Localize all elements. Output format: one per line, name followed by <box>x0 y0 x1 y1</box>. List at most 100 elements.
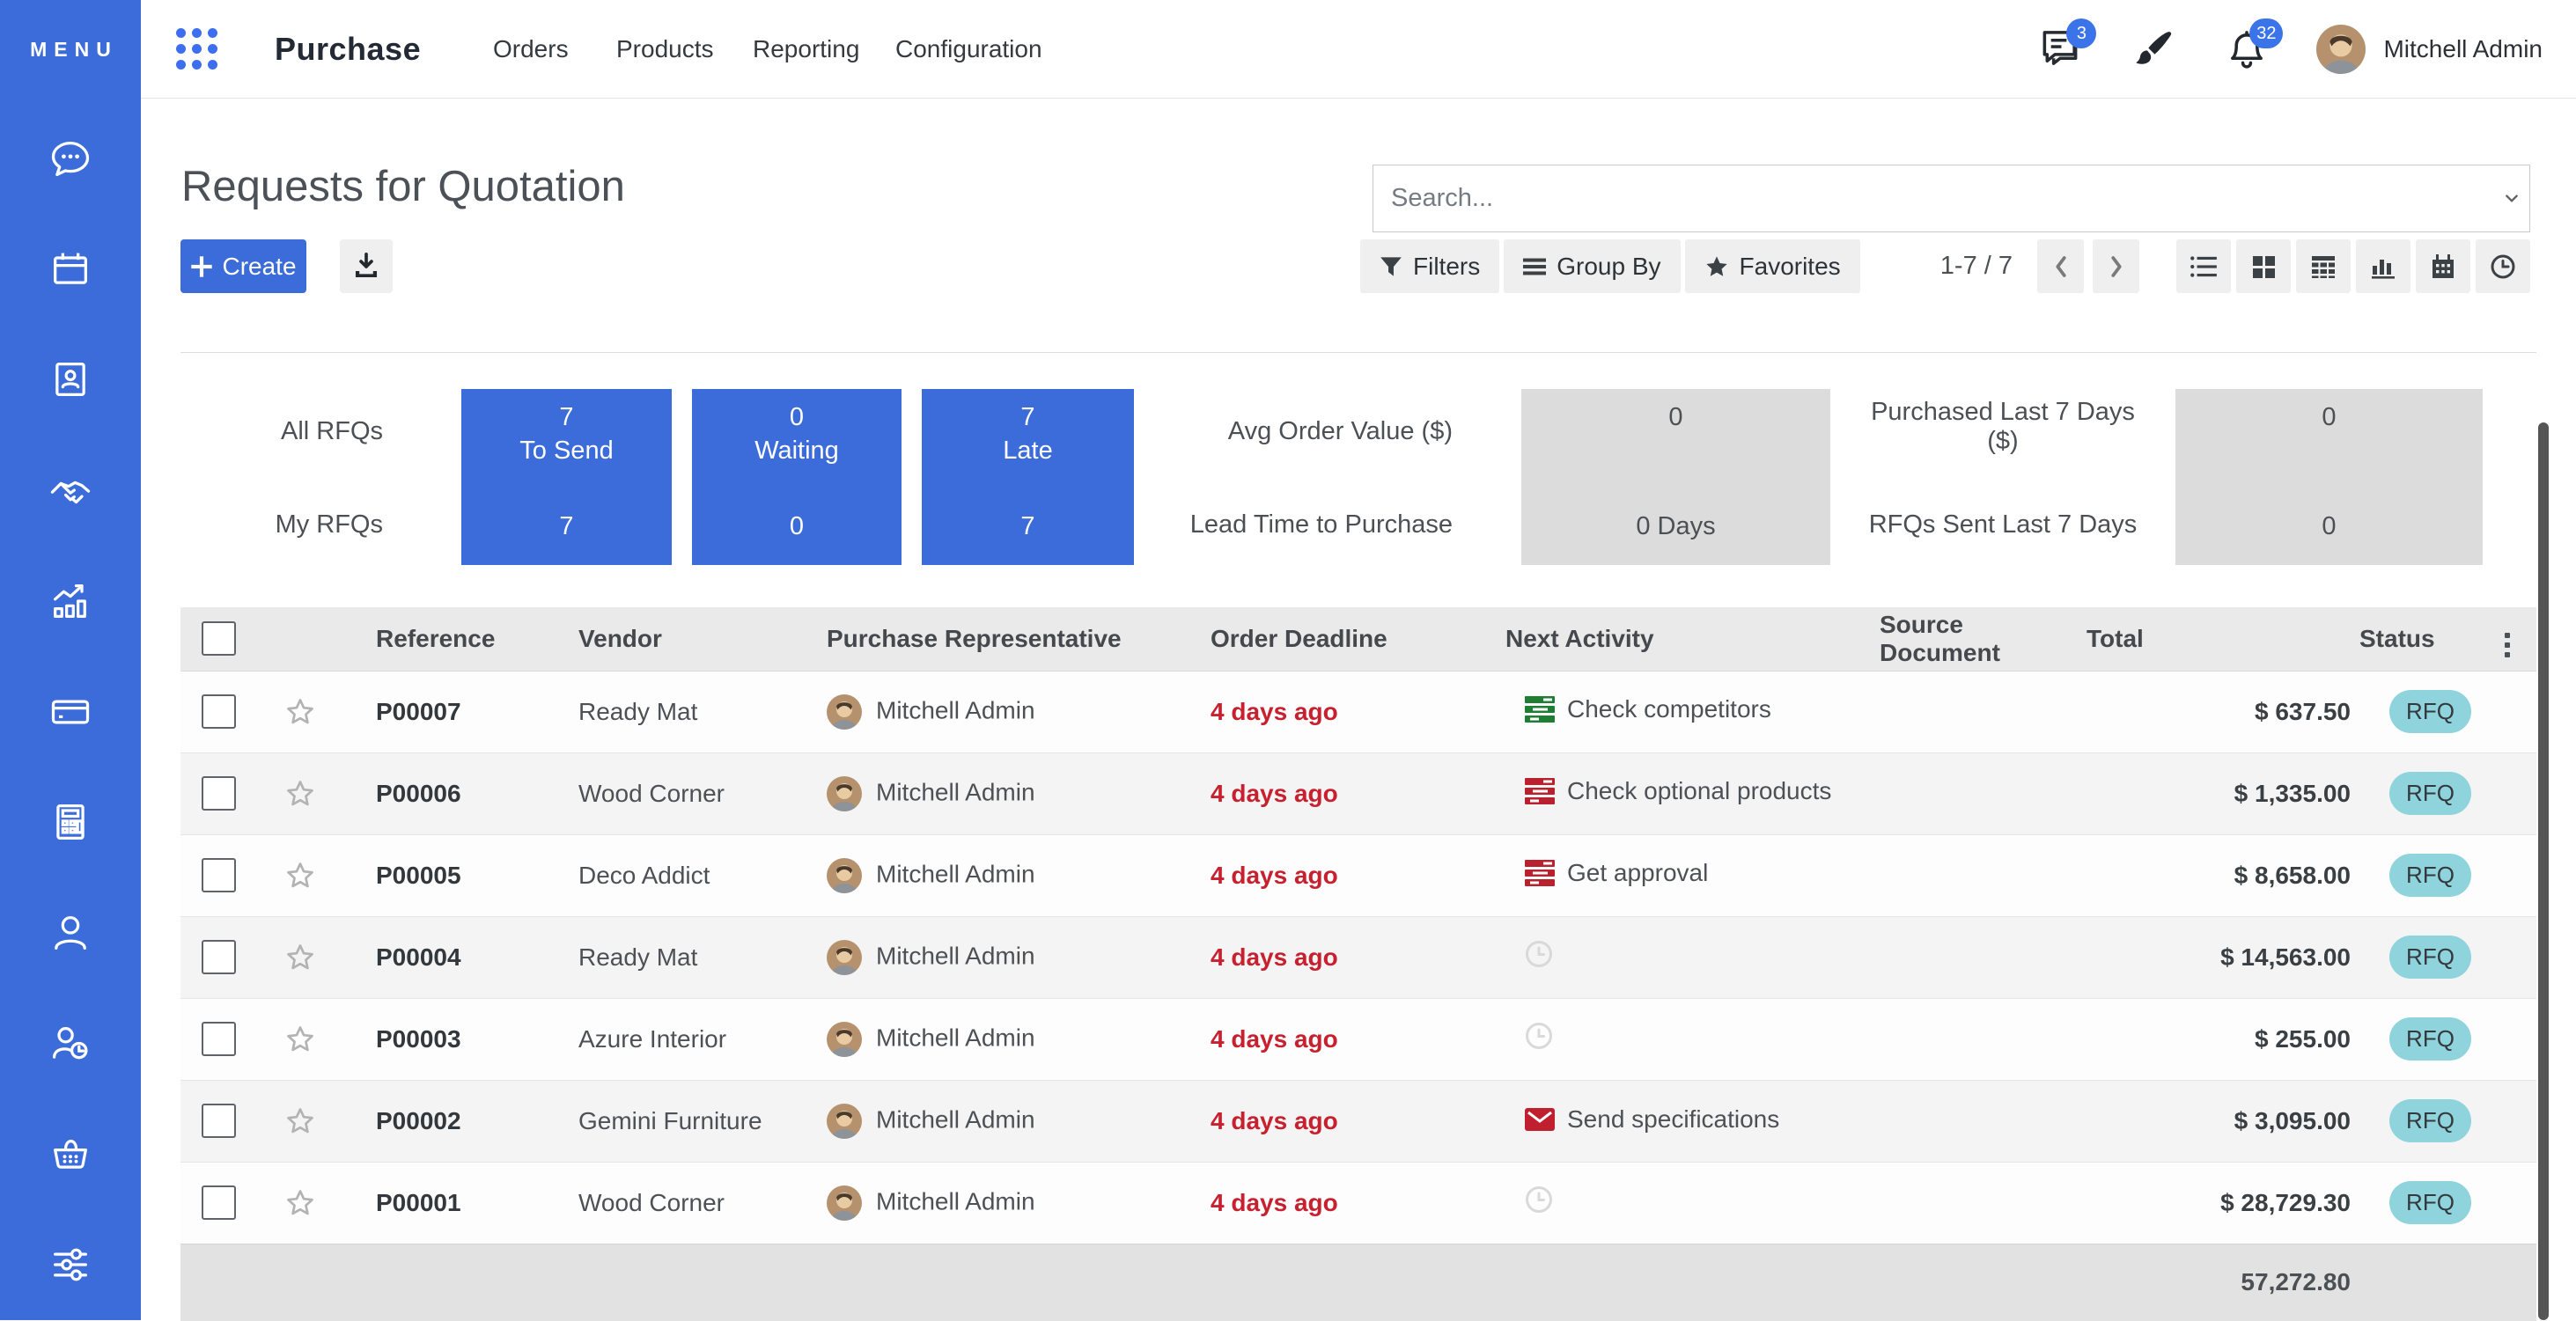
vendor-name: Gemini Furniture <box>578 1107 762 1134</box>
sidebar-item-invoicing[interactable] <box>0 657 141 767</box>
nav-configuration[interactable]: Configuration <box>895 0 1042 99</box>
apps-grid-icon[interactable] <box>176 28 218 70</box>
sidebar-item-accounting[interactable] <box>0 767 141 877</box>
nav-products[interactable]: Products <box>616 0 714 99</box>
messages-icon[interactable]: 3 <box>2036 26 2084 73</box>
col-reference[interactable]: Reference <box>341 607 577 671</box>
row-checkbox[interactable] <box>202 1022 236 1056</box>
next-activity[interactable]: Get approval <box>1505 859 1708 887</box>
favorite-star-icon[interactable] <box>284 1187 316 1219</box>
dashboard-tile-to-send[interactable]: 7 To Send 7 <box>461 389 672 565</box>
next-activity[interactable]: Check competitors <box>1505 695 1771 723</box>
row-checkbox[interactable] <box>202 694 236 729</box>
pager-next-button[interactable] <box>2093 239 2139 293</box>
vendor-name: Ready Mat <box>578 698 697 725</box>
row-checkbox[interactable] <box>202 776 236 811</box>
nav-orders[interactable]: Orders <box>493 0 569 99</box>
col-activity[interactable]: Next Activity <box>1501 607 1880 671</box>
table-row[interactable]: P00001 Wood Corner Mitchell Admin 4 days… <box>180 1162 2536 1244</box>
sidebar-item-employees[interactable] <box>0 877 141 988</box>
order-deadline: 4 days ago <box>1211 780 1338 807</box>
app-name[interactable]: Purchase <box>275 0 421 99</box>
row-checkbox[interactable] <box>202 1104 236 1138</box>
favorite-star-icon[interactable] <box>284 860 316 892</box>
search-caret-icon[interactable] <box>2505 194 2529 204</box>
chevron-right-icon <box>2108 253 2125 280</box>
pivot-view-button[interactable] <box>2296 239 2351 293</box>
to-send-all-count[interactable]: 7 <box>461 403 672 432</box>
rep-name: Mitchell Admin <box>876 778 1035 805</box>
order-deadline: 4 days ago <box>1211 943 1338 971</box>
table-row[interactable]: P00002 Gemini Furniture Mitchell Admin 4… <box>180 1080 2536 1162</box>
dashboard-tile-late[interactable]: 7 Late 7 <box>922 389 1134 565</box>
to-send-my-count[interactable]: 7 <box>461 512 672 541</box>
row-checkbox[interactable] <box>202 940 236 974</box>
sidebar-item-contacts[interactable] <box>0 324 141 435</box>
notifications-icon[interactable]: 32 <box>2223 26 2271 73</box>
waiting-my-count[interactable]: 0 <box>692 512 902 541</box>
col-rep[interactable]: Purchase Representative <box>823 607 1206 671</box>
waiting-all-count[interactable]: 0 <box>692 403 902 432</box>
favorite-star-icon[interactable] <box>284 778 316 810</box>
late-my-count[interactable]: 7 <box>922 512 1134 541</box>
table-row[interactable]: P00007 Ready Mat Mitchell Admin 4 days a… <box>180 671 2536 752</box>
activity-view-button[interactable] <box>2476 239 2530 293</box>
next-activity[interactable] <box>1505 1022 1565 1050</box>
menu-toggle-button[interactable]: MENU <box>0 0 141 99</box>
favorite-star-icon[interactable] <box>284 1024 316 1055</box>
favorite-star-icon[interactable] <box>284 696 316 728</box>
table-row[interactable]: P00004 Ready Mat Mitchell Admin 4 days a… <box>180 916 2536 998</box>
table-header-row: Reference Vendor Purchase Representative… <box>180 607 2536 671</box>
pager-previous-button[interactable] <box>2037 239 2084 293</box>
next-activity[interactable]: Check optional products <box>1505 777 1831 805</box>
app-sidebar <box>0 99 141 1320</box>
column-options-icon[interactable] <box>2501 629 2513 661</box>
col-status[interactable]: Status <box>2359 607 2501 671</box>
row-checkbox[interactable] <box>202 858 236 892</box>
list-view-button[interactable] <box>2176 239 2231 293</box>
next-activity[interactable]: Send specifications <box>1505 1105 1779 1134</box>
late-all-count[interactable]: 7 <box>922 403 1134 432</box>
export-button[interactable] <box>340 239 393 293</box>
filters-button[interactable]: Filters <box>1360 239 1499 293</box>
col-deadline[interactable]: Order Deadline <box>1206 607 1501 671</box>
sidebar-item-settings[interactable] <box>0 1209 141 1320</box>
user-name[interactable]: Mitchell Admin <box>2383 35 2543 63</box>
favorite-star-icon[interactable] <box>284 1105 316 1137</box>
select-all-checkbox[interactable] <box>202 621 236 656</box>
sidebar-item-attendance[interactable] <box>0 988 141 1099</box>
groupby-button[interactable]: Group By <box>1504 239 1680 293</box>
vendor-name: Azure Interior <box>578 1025 726 1053</box>
vertical-scrollbar[interactable] <box>2538 422 2549 1320</box>
purchased-last7-label: Purchased Last 7 Days ($) <box>1853 398 2153 456</box>
create-button[interactable]: Create <box>180 239 306 293</box>
col-total[interactable]: Total <box>2087 607 2359 671</box>
user-avatar[interactable] <box>2316 25 2366 74</box>
status-badge: RFQ <box>2389 690 2471 733</box>
search-input[interactable] <box>1373 184 2505 213</box>
graph-view-button[interactable] <box>2356 239 2410 293</box>
col-vendor[interactable]: Vendor <box>577 607 823 671</box>
sidebar-item-sales[interactable] <box>0 546 141 657</box>
sidebar-item-discuss[interactable] <box>0 103 141 214</box>
filter-funnel-icon <box>1380 255 1402 278</box>
row-checkbox[interactable] <box>202 1185 236 1220</box>
table-row[interactable]: P00003 Azure Interior Mitchell Admin 4 d… <box>180 998 2536 1080</box>
next-activity[interactable] <box>1505 940 1565 968</box>
kanban-view-button[interactable] <box>2236 239 2291 293</box>
theme-brush-icon[interactable] <box>2130 26 2177 73</box>
sidebar-item-calendar[interactable] <box>0 214 141 325</box>
favorite-star-icon[interactable] <box>284 942 316 973</box>
dashboard-tile-waiting[interactable]: 0 Waiting 0 <box>692 389 902 565</box>
next-activity[interactable] <box>1505 1185 1565 1214</box>
table-row[interactable]: P00005 Deco Addict Mitchell Admin 4 days… <box>180 834 2536 916</box>
sidebar-item-crm[interactable] <box>0 435 141 546</box>
calendar-view-button[interactable] <box>2416 239 2470 293</box>
favorites-button[interactable]: Favorites <box>1685 239 1860 293</box>
dashboard-row-label-all: All RFQs <box>180 417 383 446</box>
table-row[interactable]: P00006 Wood Corner Mitchell Admin 4 days… <box>180 752 2536 834</box>
nav-reporting[interactable]: Reporting <box>753 0 859 99</box>
activity-label: Send specifications <box>1567 1105 1779 1134</box>
sidebar-item-purchase[interactable] <box>0 1099 141 1210</box>
col-source[interactable]: Source Document <box>1880 607 2087 671</box>
